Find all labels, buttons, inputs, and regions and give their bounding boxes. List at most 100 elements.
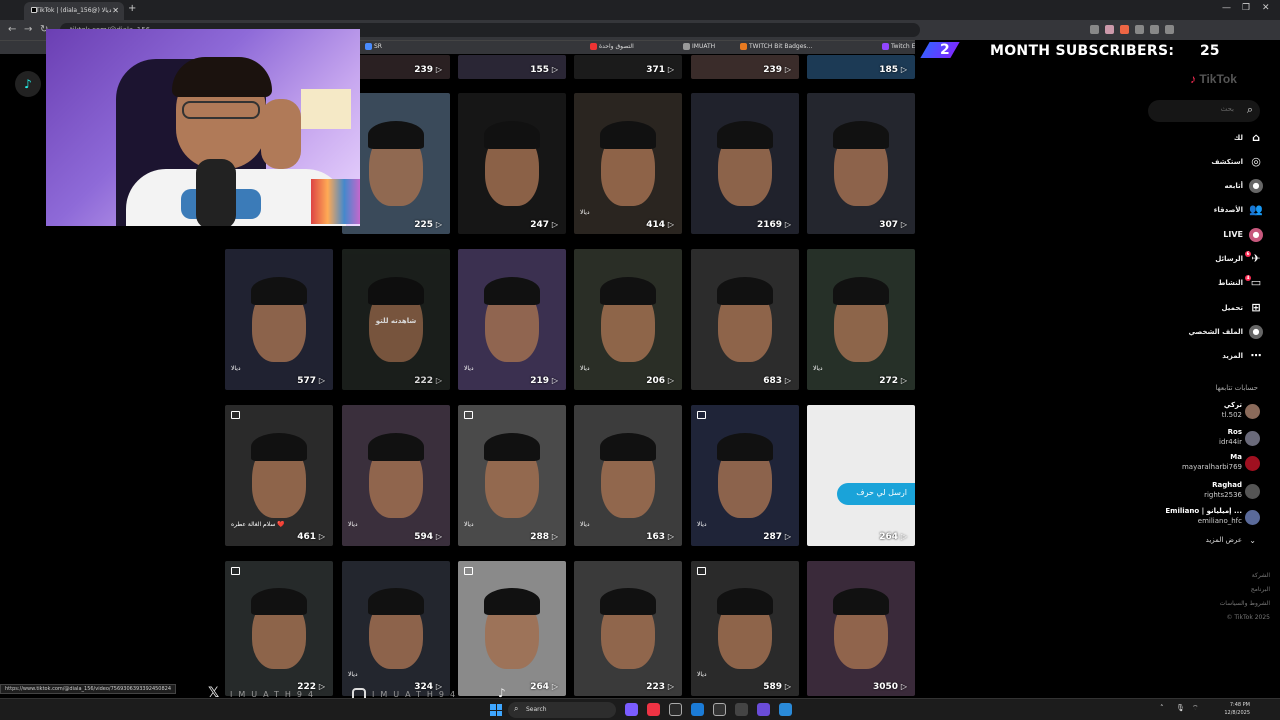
taskbar-app-icon[interactable] [779, 703, 792, 716]
sidebar-item-live[interactable]: LIVE ● [1150, 225, 1265, 245]
video-tile[interactable]: 264 [458, 561, 566, 696]
steam-icon[interactable] [691, 703, 704, 716]
browser-tab[interactable]: TikTok | (diala_156@) ديالا ✕ [24, 2, 124, 20]
close-window-icon[interactable]: ✕ [1262, 3, 1270, 13]
video-tile[interactable]: 239 [691, 55, 799, 79]
tray-chevron-icon[interactable]: ˄ [1160, 704, 1164, 712]
sidebar-item-label: النشاط [1218, 279, 1243, 287]
video-tile[interactable]: ديالا 219 [458, 249, 566, 390]
footer-link[interactable]: الشروط والسياسات [1150, 600, 1270, 614]
forward-icon[interactable]: → [24, 24, 32, 35]
account-handle: emiliano_hfc [1197, 517, 1242, 525]
video-tile[interactable]: شاهدته للتو 222 [342, 249, 450, 390]
video-tile[interactable]: ديالا 163 [574, 405, 682, 546]
wifi-icon[interactable]: ⌔ [1192, 704, 1199, 713]
video-tile[interactable]: ديالا 589 [691, 561, 799, 696]
back-icon[interactable]: ← [8, 24, 16, 35]
see-more-button[interactable]: عرض المزيد ⌄ [1150, 536, 1256, 545]
thumbnail-hair [716, 433, 774, 462]
thumbnail-hair [250, 277, 308, 306]
view-count: 287 [763, 532, 791, 542]
following-account[interactable]: Emiliano | إميليانو ... emiliano_hfc [1150, 506, 1262, 530]
sidebar-item-label: لك [1233, 134, 1243, 142]
tiktok-logo[interactable]: ♪ TikTok [1190, 72, 1237, 86]
video-tile[interactable]: ارسل لي حرف 264 [807, 405, 915, 546]
sidebar-item-messages[interactable]: الرسائل ✈ 6 [1150, 249, 1265, 269]
thumbnail-hair [483, 277, 541, 306]
sidebar-item-upload[interactable]: تحميل ⊞ [1150, 298, 1265, 318]
video-tile[interactable]: ديالا 414 [574, 93, 682, 234]
video-tile[interactable]: 222 [225, 561, 333, 696]
thumbnail-caption: ديالا [697, 671, 707, 678]
discord-icon[interactable] [757, 703, 770, 716]
taskbar-app-icon[interactable] [735, 703, 748, 716]
close-tab-icon[interactable]: ✕ [112, 6, 119, 15]
bookmark-icon [882, 43, 889, 50]
more-icon: ⋯ [1250, 349, 1262, 362]
extension-icon[interactable] [1150, 25, 1159, 34]
sidebar-item-profile[interactable]: الملف الشخصي ● [1150, 322, 1265, 342]
windows-start-icon[interactable] [490, 704, 502, 716]
obs-icon[interactable] [669, 703, 682, 716]
taskbar-app-icon[interactable] [625, 703, 638, 716]
extension-icon[interactable] [1165, 25, 1174, 34]
minimize-icon[interactable]: — [1222, 3, 1231, 13]
taskbar-app-icon[interactable] [713, 703, 726, 716]
video-tile[interactable]: ديالا 272 [807, 249, 915, 390]
taskbar-search-label: Search [526, 706, 547, 713]
thumbnail-hair [367, 121, 425, 150]
following-account[interactable]: تركي tl.502 [1150, 400, 1262, 424]
video-tile[interactable]: 371 [574, 55, 682, 79]
taskbar-search[interactable]: ⌕ Search [508, 702, 616, 718]
maximize-icon[interactable]: ❐ [1242, 3, 1250, 13]
photo-post-icon [231, 567, 240, 575]
extension-icon[interactable] [1105, 25, 1114, 34]
search-icon[interactable]: ⌕ [1247, 103, 1253, 117]
video-tile[interactable]: ديالا 287 [691, 405, 799, 546]
following-account[interactable]: Raghad rights2536 [1150, 480, 1262, 504]
bookmark-item[interactable]: IMUATH [683, 43, 715, 50]
video-tile[interactable]: 155 [458, 55, 566, 79]
bookmark-item[interactable]: TWITCH Bit Badges... [740, 43, 812, 50]
video-tile[interactable]: 683 [691, 249, 799, 390]
video-tile[interactable]: ديالا 288 [458, 405, 566, 546]
following-account[interactable]: Ma mayaralharbi769 [1150, 452, 1262, 476]
sidebar-item-activity[interactable]: النشاط ▭ 4 [1150, 273, 1265, 293]
thumbnail-hair [599, 121, 657, 150]
search-input[interactable]: بحث ⌕ [1148, 100, 1260, 122]
friends-icon: 👥 [1249, 203, 1263, 216]
clock[interactable]: 7:48 PM 12/8/2025 [1214, 701, 1250, 717]
video-tile[interactable]: ديالا 324 [342, 561, 450, 696]
thumbnail-hair [599, 277, 657, 306]
sidebar-item-more[interactable]: المزيد ⋯ [1150, 346, 1265, 366]
video-tile[interactable]: 223 [574, 561, 682, 696]
bookmark-item[interactable]: التصوق واحدة [590, 43, 634, 50]
brave-browser-icon[interactable] [647, 703, 660, 716]
footer-link[interactable]: الشركة [1150, 572, 1270, 586]
extension-icon[interactable] [1120, 25, 1129, 34]
sidebar-item-following[interactable]: أتابعه ● [1150, 176, 1265, 196]
video-tile[interactable]: ديالا 577 [225, 249, 333, 390]
extension-icons [1090, 25, 1174, 34]
sidebar-item-explore[interactable]: استكشف ◎ [1150, 152, 1265, 172]
sidebar-item-friends[interactable]: الأصدقاء 👥 [1150, 200, 1265, 220]
bookmark-item[interactable]: SR [365, 43, 382, 50]
following-account[interactable]: Ros idr44ir [1150, 427, 1262, 451]
extension-icon[interactable] [1090, 25, 1099, 34]
video-tile[interactable]: 307 [807, 93, 915, 234]
sidebar-item-for-you[interactable]: لك ⌂ [1150, 128, 1265, 148]
microphone-tray-icon[interactable]: 🎙 [1176, 704, 1185, 712]
footer-link[interactable]: البرنامج [1150, 586, 1270, 600]
new-tab-icon[interactable]: + [128, 3, 136, 14]
tiktok-side-icon[interactable]: ♪ [15, 71, 41, 97]
browser-tab-bar: TikTok | (diala_156@) ديالا ✕ + — ❐ ✕ [0, 0, 1280, 20]
video-tile[interactable]: سلام الغالة عطره ❤️ 461 [225, 405, 333, 546]
video-tile[interactable]: 3050 [807, 561, 915, 696]
video-tile[interactable]: 247 [458, 93, 566, 234]
video-tile[interactable]: 185 [807, 55, 915, 79]
extension-icon[interactable] [1135, 25, 1144, 34]
video-tile[interactable]: ديالا 594 [342, 405, 450, 546]
video-tile[interactable]: 2169 [691, 93, 799, 234]
webcam-glasses [182, 101, 260, 119]
video-tile[interactable]: ديالا 206 [574, 249, 682, 390]
